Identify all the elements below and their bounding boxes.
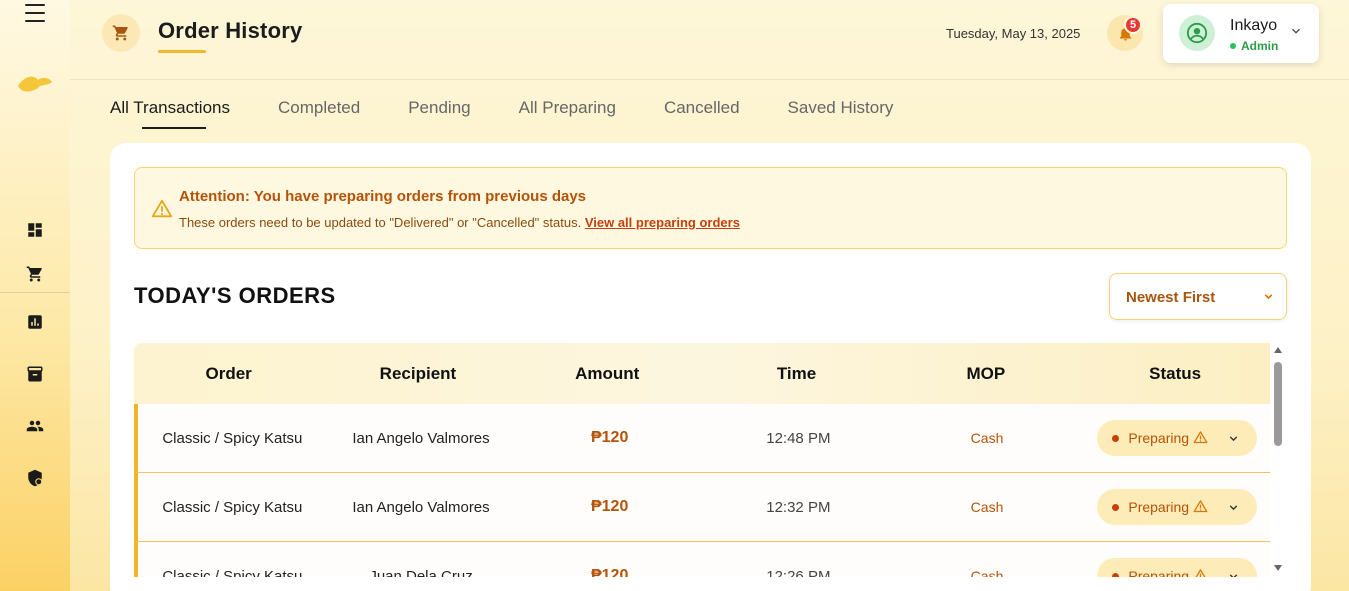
current-date: Tuesday, May 13, 2025 xyxy=(946,26,1081,41)
time-cell: 12:32 PM xyxy=(766,498,831,516)
alert-title: Attention: You have preparing orders fro… xyxy=(179,188,587,205)
status-label: Preparing xyxy=(1128,568,1190,577)
warning-icon xyxy=(1193,500,1208,513)
recipient-cell: Ian Angelo Valmores xyxy=(352,429,490,447)
hamburger-menu-icon[interactable] xyxy=(25,4,45,22)
chevron-down-icon xyxy=(1264,294,1273,300)
table-row[interactable]: Classic / Spicy Katsu Juan Dela Cruz ₱12… xyxy=(134,542,1270,577)
page-title: Order History xyxy=(158,18,303,43)
order-cell: Classic / Spicy Katsu xyxy=(162,567,303,578)
tab-cancelled[interactable]: Cancelled xyxy=(664,98,740,130)
alert-text: These orders need to be updated to "Deli… xyxy=(179,215,582,230)
table-row[interactable]: Classic / Spicy Katsu Ian Angelo Valmore… xyxy=(134,404,1270,473)
sort-value: Newest First xyxy=(1126,289,1216,306)
orders-table: Order Recipient Amount Time MOP Status C… xyxy=(134,343,1270,577)
column-header-mop: MOP xyxy=(966,364,1006,383)
chevron-down-icon xyxy=(1291,28,1301,34)
mop-cell: Cash xyxy=(970,430,1004,446)
top-header: Order History Tuesday, May 13, 2025 5 In… xyxy=(70,0,1349,80)
sidebar-item-orders[interactable] xyxy=(0,254,70,294)
user-avatar-icon xyxy=(1186,22,1208,44)
mop-cell: Cash xyxy=(970,568,1004,577)
page-icon xyxy=(102,14,140,52)
warning-icon xyxy=(1195,569,1206,577)
status-dropdown[interactable]: Preparing xyxy=(1097,420,1258,456)
order-cell: Classic / Spicy Katsu xyxy=(162,498,303,516)
tab-completed[interactable]: Completed xyxy=(278,98,360,130)
section-title: TODAY'S ORDERS xyxy=(134,283,336,308)
archive-icon xyxy=(27,366,43,382)
mop-cell: Cash xyxy=(970,499,1004,515)
avatar xyxy=(1179,15,1215,51)
cart-icon xyxy=(26,266,42,282)
table-scrollbar[interactable] xyxy=(1272,347,1284,573)
brand-logo xyxy=(18,76,52,92)
time-cell: 12:48 PM xyxy=(766,429,831,447)
amount-cell: ₱120 xyxy=(590,429,629,446)
orders-card: Attention: You have preparing orders fro… xyxy=(110,143,1311,591)
column-header-recipient: Recipient xyxy=(379,364,457,383)
status-dot xyxy=(1112,435,1120,442)
status-dropdown[interactable]: Preparing xyxy=(1097,489,1258,525)
warning-icon xyxy=(151,199,173,218)
sort-dropdown[interactable]: Newest First xyxy=(1109,273,1287,320)
sidebar xyxy=(0,0,70,591)
status-label: Preparing xyxy=(1128,499,1190,515)
chevron-down-icon xyxy=(1230,436,1238,442)
cart-icon xyxy=(112,25,128,41)
table-row[interactable]: Classic / Spicy Katsu Ian Angelo Valmore… xyxy=(134,473,1270,542)
preparing-alert: Attention: You have preparing orders fro… xyxy=(134,167,1287,249)
table-header: Order Recipient Amount Time MOP Status xyxy=(134,343,1270,404)
notification-badge: 5 xyxy=(1124,16,1142,34)
dashboard-icon xyxy=(28,223,42,237)
status-cell: Preparing xyxy=(1081,489,1270,525)
amount-cell: ₱120 xyxy=(590,567,629,577)
tab-all-preparing[interactable]: All Preparing xyxy=(519,98,616,130)
tab-saved-history[interactable]: Saved History xyxy=(788,98,894,130)
tab-pending[interactable]: Pending xyxy=(408,98,470,130)
recipient-cell: Ian Angelo Valmores xyxy=(352,498,490,516)
chevron-down-icon xyxy=(1230,574,1238,577)
scroll-down-arrow[interactable] xyxy=(1274,565,1282,571)
user-name: Inkayo xyxy=(1230,17,1278,34)
alert-message: These orders need to be updated to "Deli… xyxy=(179,215,740,230)
title-underline xyxy=(158,50,206,53)
chevron-down-icon xyxy=(1230,505,1238,511)
column-header-status: Status xyxy=(1149,364,1202,383)
column-header-amount: Amount xyxy=(575,364,640,383)
warning-icon xyxy=(1193,431,1208,444)
sidebar-item-reports[interactable] xyxy=(0,302,70,342)
view-preparing-link[interactable]: View all preparing orders xyxy=(585,215,740,230)
reports-icon xyxy=(28,315,42,329)
user-role: Admin xyxy=(1230,39,1278,53)
order-cell: Classic / Spicy Katsu xyxy=(162,429,303,447)
sidebar-divider xyxy=(0,292,70,293)
sidebar-item-security[interactable] xyxy=(0,458,70,498)
column-header-time: Time xyxy=(776,364,817,383)
tab-all-transactions[interactable]: All Transactions xyxy=(110,98,230,130)
scroll-thumb[interactable] xyxy=(1274,362,1282,446)
recipient-cell: Juan Dela Cruz xyxy=(369,567,473,578)
status-dot xyxy=(1112,504,1120,511)
status-cell: Preparing xyxy=(1081,420,1270,456)
status-dot xyxy=(1112,573,1120,577)
sidebar-item-users[interactable] xyxy=(0,406,70,446)
shield-icon xyxy=(28,469,43,487)
sidebar-item-archive[interactable] xyxy=(0,354,70,394)
amount-cell: ₱120 xyxy=(590,498,629,515)
status-dropdown[interactable]: Preparing xyxy=(1097,558,1258,577)
users-icon xyxy=(26,420,44,432)
status-cell: Preparing xyxy=(1081,558,1270,577)
scroll-up-arrow[interactable] xyxy=(1274,347,1282,353)
sidebar-item-dashboard[interactable] xyxy=(0,210,70,250)
status-label: Preparing xyxy=(1128,430,1190,446)
column-header-order: Order xyxy=(205,364,252,383)
user-menu[interactable]: Inkayo Admin xyxy=(1163,4,1319,63)
order-tabs: All Transactions Completed Pending All P… xyxy=(110,98,941,130)
time-cell: 12:26 PM xyxy=(766,567,831,578)
